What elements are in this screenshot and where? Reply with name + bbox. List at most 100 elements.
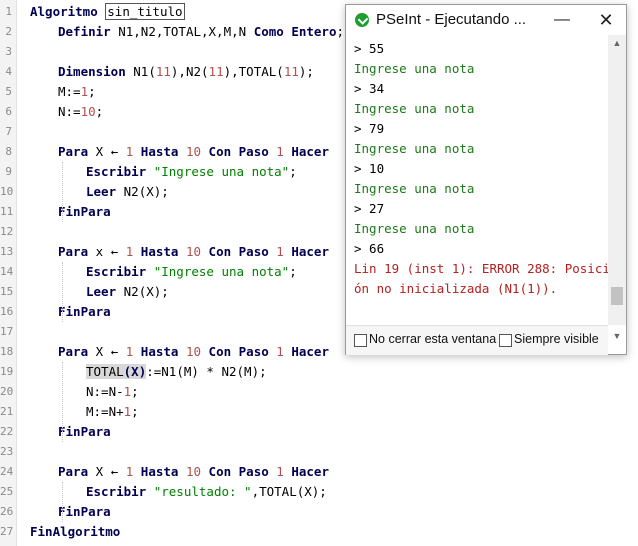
- line-number: 11: [0, 205, 14, 218]
- code-token: Escribir: [86, 484, 154, 499]
- window-titlebar[interactable]: PSeInt - Ejecutando ... — ✕: [346, 5, 626, 35]
- code-token: Leer: [86, 284, 124, 299]
- code-text: Escribir "Ingrese una nota";: [86, 162, 297, 182]
- code-token: "Ingrese una nota": [153, 264, 290, 279]
- code-token: Con Paso: [201, 144, 277, 159]
- line-number: 13: [0, 245, 14, 258]
- console-line: > 27: [354, 201, 385, 216]
- code-token: sin_titulo: [105, 3, 185, 20]
- always-visible-checkbox[interactable]: [499, 334, 512, 347]
- scroll-up-icon[interactable]: ▲: [608, 35, 626, 51]
- execution-window[interactable]: PSeInt - Ejecutando ... — ✕ > 55 Ingrese …: [345, 4, 627, 355]
- code-text: Leer N2(X);: [86, 182, 169, 202]
- indent-guide: [62, 482, 63, 522]
- code-token: ;: [336, 24, 345, 39]
- code-token: X ←: [95, 344, 126, 359]
- code-line[interactable]: 26 FinPara: [0, 502, 638, 522]
- code-text: FinPara: [58, 502, 111, 522]
- code-line[interactable]: 24 Para X ← 1 Hasta 10 Con Paso 1 Hacer: [0, 462, 638, 482]
- code-token: M:=N+: [86, 404, 124, 419]
- code-token: TOTAL: [86, 364, 124, 379]
- line-number: 15: [0, 285, 14, 298]
- line-number: 6: [5, 105, 12, 118]
- line-number: 21: [0, 405, 14, 418]
- scroll-down-icon[interactable]: ▼: [608, 331, 626, 341]
- code-token: 1: [276, 344, 284, 359]
- code-text: Dimension N1(11),N2(11),TOTAL(11);: [58, 62, 314, 82]
- code-token: FinAlgoritmo: [30, 524, 121, 539]
- code-token: Dimension: [58, 64, 134, 79]
- window-options-bar: No cerrar esta ventana Siempre visible: [346, 325, 608, 355]
- code-line[interactable]: 21 M:=N+1;: [0, 402, 638, 422]
- code-text: Para X ← 1 Hasta 10 Con Paso 1 Hacer: [58, 342, 329, 362]
- code-token: Escribir: [86, 164, 154, 179]
- code-token: Para: [58, 464, 96, 479]
- line-number: 18: [0, 345, 14, 358]
- console-line: Ingrese una nota: [354, 181, 475, 196]
- code-token: x ←: [95, 244, 126, 259]
- indent-guide: [62, 162, 63, 222]
- no-close-label: No cerrar esta ventana: [369, 332, 497, 346]
- code-token: ),TOTAL(: [223, 64, 284, 79]
- code-line[interactable]: 19 TOTAL(X):=N1(M) * N2(M);: [0, 362, 638, 382]
- line-number: 14: [0, 265, 14, 278]
- code-token: N1,N2,TOTAL,X,M,N: [118, 24, 254, 39]
- code-token: N1(: [133, 64, 156, 79]
- no-close-checkbox[interactable]: [354, 334, 367, 347]
- code-text: N:=10;: [58, 102, 103, 122]
- code-text: TOTAL(X):=N1(M) * N2(M);: [86, 362, 267, 382]
- pseint-app-icon: [355, 13, 369, 27]
- code-token: N2(X);: [123, 284, 169, 299]
- code-line[interactable]: 20 N:=N-1;: [0, 382, 638, 402]
- code-token: Hacer: [283, 244, 329, 259]
- code-text: M:=N+1;: [86, 402, 139, 422]
- console-scrollbar[interactable]: ▲: [608, 35, 626, 325]
- code-token: Hacer: [283, 144, 329, 159]
- line-number: 5: [5, 85, 12, 98]
- line-number: 25: [0, 485, 14, 498]
- console-line: > 10: [354, 161, 385, 176]
- code-text: Algoritmo sin_titulo: [30, 2, 185, 22]
- code-token: Escribir: [86, 264, 154, 279]
- line-number: 22: [0, 425, 14, 438]
- code-token: :=N1(M) * N2(M);: [146, 364, 267, 379]
- line-number: 3: [5, 45, 12, 58]
- indent-guide: [62, 362, 63, 442]
- code-token: N2(X);: [123, 184, 169, 199]
- console-output[interactable]: > 55 Ingrese una nota > 34 Ingrese una nota…: [346, 35, 608, 325]
- code-text: Para X ← 1 Hasta 10 Con Paso 1 Hacer: [58, 462, 329, 482]
- code-token: ;: [95, 104, 104, 119]
- code-token: FinPara: [58, 204, 111, 219]
- code-token: Con Paso: [201, 344, 277, 359]
- code-line[interactable]: 27 FinAlgoritmo: [0, 522, 638, 542]
- code-line[interactable]: 25 Escribir "resultado: ",TOTAL(X);: [0, 482, 638, 502]
- code-token: N:=N-: [86, 384, 124, 399]
- code-token: ,TOTAL(X);: [251, 484, 327, 499]
- code-token: 1: [276, 464, 284, 479]
- code-token: X ←: [95, 464, 126, 479]
- code-line[interactable]: 22 FinPara: [0, 422, 638, 442]
- code-token: 10: [80, 104, 96, 119]
- code-token: 11: [283, 64, 299, 79]
- code-token: Hacer: [283, 464, 329, 479]
- code-text: Escribir "resultado: ",TOTAL(X);: [86, 482, 327, 502]
- code-text: Escribir "Ingrese una nota";: [86, 262, 297, 282]
- line-number: 1: [5, 5, 12, 18]
- minimize-button[interactable]: —: [542, 5, 582, 35]
- code-token: Hasta: [133, 144, 186, 159]
- code-line[interactable]: 23: [0, 442, 638, 462]
- console-line: Lin 19 (inst 1): ERROR 288: Posici: [354, 261, 608, 276]
- scroll-thumb[interactable]: [611, 287, 623, 305]
- code-token: );: [298, 64, 314, 79]
- always-visible-label: Siempre visible: [514, 332, 599, 346]
- code-token: 1: [276, 244, 284, 259]
- code-token: Hasta: [133, 464, 186, 479]
- close-button[interactable]: ✕: [586, 5, 626, 35]
- code-token: 11: [155, 64, 171, 79]
- code-token: ),N2(: [170, 64, 209, 79]
- code-token: 10: [185, 144, 202, 159]
- code-token: Hasta: [133, 344, 186, 359]
- code-token: Hacer: [283, 344, 329, 359]
- code-token: 1: [276, 144, 284, 159]
- code-token: Definir: [58, 24, 119, 39]
